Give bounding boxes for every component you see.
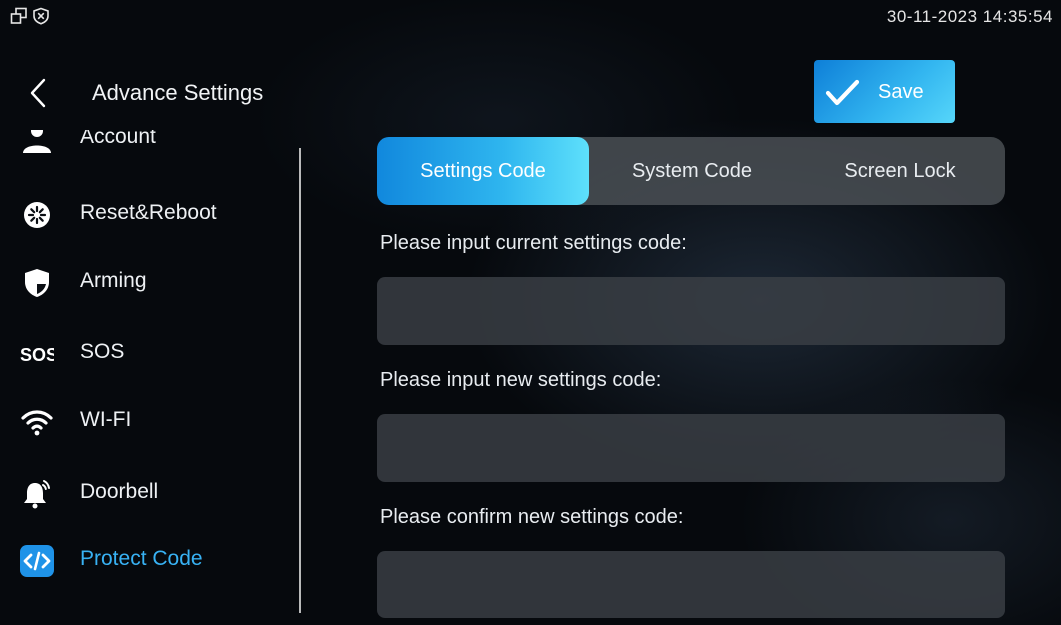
page-title: Advance Settings [92,80,264,105]
save-button-label: Save [878,81,924,103]
code-icon [20,545,54,577]
sidebar-item-label: Arming [80,269,147,292]
sidebar-item-wifi[interactable]: WI-FI [0,396,298,446]
bell-icon [24,480,50,509]
account-icon [23,130,51,153]
sidebar-item-label: Reset&Reboot [80,201,217,224]
sidebar-item-reset-reboot[interactable]: Reset&Reboot [0,189,298,239]
sidebar-item-sos[interactable]: SOS SOS [0,328,298,378]
sidebar-item-protect-code[interactable]: Protect Code [0,535,298,585]
status-bar: 30-11-2023 14:35:54 [0,0,1061,34]
chevron-left-icon[interactable] [28,78,50,108]
checkmark-icon [825,79,860,106]
save-button[interactable]: Save [814,60,955,123]
sidebar-item-label: WI-FI [80,408,132,431]
sidebar-item-doorbell[interactable]: Doorbell [0,468,298,518]
sidebar-item-label: Protect Code [80,547,203,570]
code-tabs: Settings Code System Code Screen Lock [377,137,1005,205]
shield-x-icon [33,7,49,25]
confirm-code-input[interactable] [377,551,1005,618]
svg-text:SOS: SOS [20,345,54,365]
current-code-input[interactable] [377,277,1005,345]
sidebar-item-label: Doorbell [80,480,159,503]
sidebar[interactable]: Account Reset&Reboot Arming SOS SOS WI-F… [0,130,300,625]
new-code-label: Please input new settings code: [380,369,662,391]
sidebar-divider [299,148,301,613]
shield-icon [25,269,49,297]
sos-icon: SOS [20,345,54,365]
sidebar-item-account[interactable]: Account [0,130,298,163]
tab-settings-code[interactable]: Settings Code [377,137,589,205]
new-code-input[interactable] [377,414,1005,482]
confirm-code-label: Please confirm new settings code: [380,506,684,528]
sidebar-item-label: SOS [80,340,125,363]
windows-icon [10,7,27,24]
tab-screen-lock[interactable]: Screen Lock [795,137,1005,205]
reset-icon [24,202,50,228]
status-clock: 30-11-2023 14:35:54 [886,7,1053,26]
current-code-label: Please input current settings code: [380,232,687,254]
wifi-icon [21,410,53,436]
sidebar-item-label: Account [80,130,156,148]
tab-system-code[interactable]: System Code [589,137,795,205]
sidebar-item-arming[interactable]: Arming [0,257,298,307]
